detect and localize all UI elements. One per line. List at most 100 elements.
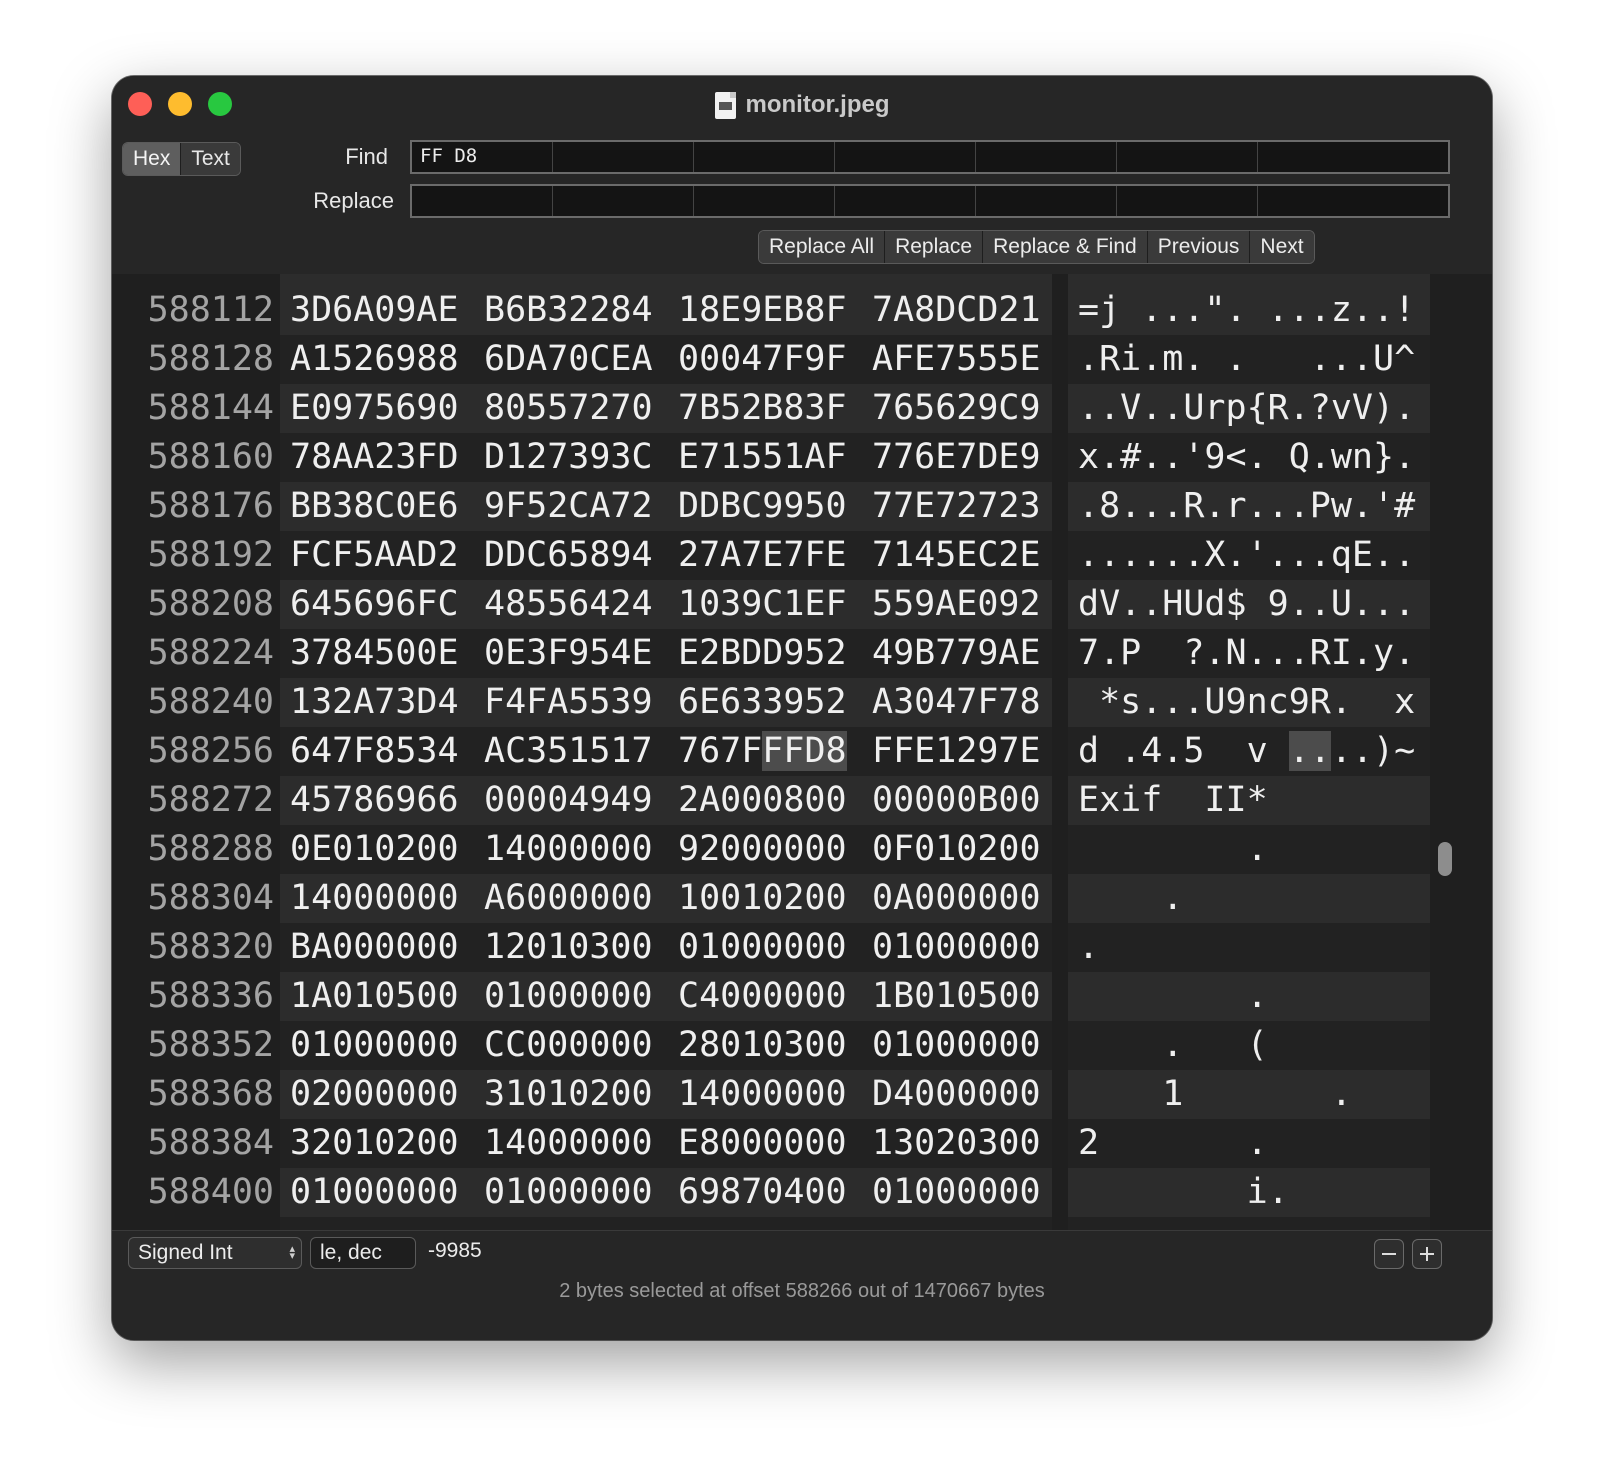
hex-group[interactable]: 10010200 — [678, 874, 847, 923]
hex-group[interactable]: 765629C9 — [872, 384, 1041, 433]
hex-row[interactable]: 588288 0E010200 14000000 92000000 0F010200 . — [112, 825, 1430, 874]
ascii-text[interactable]: 2 . — [1078, 1119, 1268, 1168]
hex-group[interactable]: D4000000 — [872, 1070, 1041, 1119]
text-mode-button[interactable]: Text — [180, 143, 240, 175]
hex-group[interactable]: 01000000 — [290, 1021, 459, 1070]
hex-group[interactable]: 78AA23FD — [290, 433, 459, 482]
hex-group[interactable]: 9F52CA72 — [484, 482, 653, 531]
hex-group[interactable]: 645696FC — [290, 580, 459, 629]
hex-row[interactable]: 588400 01000000 01000000 69870400 01000000 i… — [112, 1168, 1430, 1217]
hex-group[interactable]: BA000000 — [290, 923, 459, 972]
hex-group[interactable]: 12010300 — [484, 923, 653, 972]
hex-group[interactable]: 80557270 — [484, 384, 653, 433]
hex-group[interactable]: 02000000 — [290, 1070, 459, 1119]
ascii-text[interactable]: ......X.'...qE.. — [1078, 531, 1415, 580]
hex-group[interactable]: 32010200 — [290, 1119, 459, 1168]
hex-group[interactable]: DDBC9950 — [678, 482, 847, 531]
hex-group[interactable]: 7A8DCD21 — [872, 286, 1041, 335]
hex-group[interactable]: 559AE092 — [872, 580, 1041, 629]
find-field[interactable]: FF D8 — [410, 140, 1450, 174]
hex-row[interactable]: 588224 3784500E 0E3F954E E2BDD952 49B779AE 7.… — [112, 629, 1430, 678]
hex-view[interactable]: 588112 3D6A09AE B6B32284 18E9EB8F 7A8DCD21 =j… — [112, 274, 1492, 1230]
hex-group[interactable]: 7B52B83F — [678, 384, 847, 433]
hex-group[interactable]: 01000000 — [678, 923, 847, 972]
hex-group[interactable]: 14000000 — [290, 874, 459, 923]
hex-row[interactable]: 588192 FCF5AAD2 DDC65894 27A7E7FE 7145EC2E..… — [112, 531, 1430, 580]
hex-group[interactable]: 7145EC2E — [872, 531, 1041, 580]
ascii-text[interactable]: . — [1078, 923, 1099, 972]
hex-row[interactable]: 588384 32010200 14000000 E8000000 13020300 2 … — [112, 1119, 1430, 1168]
hex-group[interactable]: 6E633952 — [678, 678, 847, 727]
ascii-text[interactable]: dV..HUd$ 9..U... — [1078, 580, 1415, 629]
ascii-text[interactable]: 7.P ?.N...RI.y. — [1078, 629, 1415, 678]
ascii-text[interactable]: i. — [1078, 1168, 1289, 1217]
hex-row[interactable]: 588272 45786966 00004949 2A000800 00000B00 Ex… — [112, 776, 1430, 825]
hex-group[interactable]: 0F010200 — [872, 825, 1041, 874]
hex-group[interactable]: 01000000 — [872, 923, 1041, 972]
hex-row[interactable]: 588240 132A73D4 F4FA5539 6E633952 A3047F78 *… — [112, 678, 1430, 727]
scrollbar-thumb[interactable] — [1438, 842, 1452, 876]
replace-button[interactable]: Replace — [884, 231, 983, 263]
selected-bytes[interactable]: FFD8 — [762, 731, 847, 771]
selected-ascii[interactable]: .. — [1288, 731, 1331, 771]
hex-group[interactable]: 18E9EB8F — [678, 286, 847, 335]
plus-icon[interactable] — [1412, 1239, 1442, 1269]
hex-group[interactable]: A6000000 — [484, 874, 653, 923]
hex-row[interactable]: 588176 BB38C0E6 9F52CA72 DDBC9950 77E72723 .8… — [112, 482, 1430, 531]
hex-row[interactable]: 588144 E0975690 80557270 7B52B83F 765629C9..… — [112, 384, 1430, 433]
hex-group[interactable]: 49B779AE — [872, 629, 1041, 678]
hex-group[interactable]: FCF5AAD2 — [290, 531, 459, 580]
hex-group[interactable]: 2A000800 — [678, 776, 847, 825]
int-type-select[interactable]: Signed Int ▴ ▾ — [128, 1237, 302, 1269]
hex-group[interactable]: 3D6A09AE — [290, 286, 459, 335]
hex-group[interactable]: BB38C0E6 — [290, 482, 459, 531]
hex-group[interactable]: 77E72723 — [872, 482, 1041, 531]
previous-button[interactable]: Previous — [1146, 231, 1250, 263]
next-button[interactable]: Next — [1249, 231, 1314, 263]
hex-group[interactable]: 01000000 — [872, 1021, 1041, 1070]
hex-group[interactable]: 14000000 — [678, 1070, 847, 1119]
hex-group[interactable]: B6B32284 — [484, 286, 653, 335]
ascii-text[interactable]: .8...R.r...Pw.'# — [1078, 482, 1415, 531]
hex-group[interactable]: E8000000 — [678, 1119, 847, 1168]
hex-group[interactable]: 00047F9F — [678, 335, 847, 384]
hex-row[interactable]: 588208 645696FC 48556424 1039C1EF 559AE092 dV… — [112, 580, 1430, 629]
hex-group[interactable]: A3047F78 — [872, 678, 1041, 727]
hex-row[interactable]: 588304 14000000 A6000000 10010200 0A000000 . — [112, 874, 1430, 923]
ascii-text[interactable]: =j ...". ...z..! — [1078, 286, 1415, 335]
hex-group[interactable]: 647F8534 — [290, 727, 459, 776]
ascii-text[interactable]: Exif II* — [1078, 776, 1268, 825]
hex-mode-button[interactable]: Hex — [123, 143, 181, 175]
ascii-text[interactable]: ..V..Urp{R.?vV). — [1078, 384, 1415, 433]
hex-group[interactable]: 69870400 — [678, 1168, 847, 1217]
hex-group[interactable]: E2BDD952 — [678, 629, 847, 678]
hex-row[interactable]: 588256 647F8534 AC351517 767FFFD8 FFE1297E d … — [112, 727, 1430, 776]
hex-group[interactable]: E71551AF — [678, 433, 847, 482]
hex-row[interactable]: 588128 A1526988 6DA70CEA 00047F9F AFE7555E .R… — [112, 335, 1430, 384]
hex-group[interactable]: FFE1297E — [872, 727, 1041, 776]
hex-group[interactable]: 13020300 — [872, 1119, 1041, 1168]
hex-group[interactable]: A1526988 — [290, 335, 459, 384]
hex-group[interactable]: 776E7DE9 — [872, 433, 1041, 482]
minus-icon[interactable] — [1374, 1239, 1404, 1269]
hex-row[interactable]: 588320 BA000000 12010300 01000000 01000000. — [112, 923, 1430, 972]
hex-group[interactable]: 01000000 — [872, 1168, 1041, 1217]
hex-group[interactable]: 01000000 — [484, 972, 653, 1021]
hex-group[interactable]: 14000000 — [484, 1119, 653, 1168]
replace-field[interactable] — [410, 184, 1450, 218]
hex-group[interactable]: 00000B00 — [872, 776, 1041, 825]
replace-all-button[interactable]: Replace All — [759, 231, 885, 263]
hex-group[interactable]: 132A73D4 — [290, 678, 459, 727]
ascii-text[interactable]: . ( — [1078, 1021, 1267, 1070]
endian-format-field[interactable]: le, dec — [310, 1237, 416, 1269]
hex-row[interactable]: 588112 3D6A09AE B6B32284 18E9EB8F 7A8DCD21 =j… — [112, 286, 1430, 335]
hex-group[interactable]: 31010200 — [484, 1070, 653, 1119]
hex-group[interactable]: 0A000000 — [872, 874, 1041, 923]
hex-group[interactable]: 0E3F954E — [484, 629, 653, 678]
ascii-text[interactable]: . — [1078, 825, 1268, 874]
hex-group[interactable]: F4FA5539 — [484, 678, 653, 727]
hex-group[interactable]: 48556424 — [484, 580, 653, 629]
ascii-text[interactable]: *s...U9nc9R. x — [1078, 678, 1415, 727]
hex-group[interactable]: C4000000 — [678, 972, 847, 1021]
hex-group[interactable]: 28010300 — [678, 1021, 847, 1070]
